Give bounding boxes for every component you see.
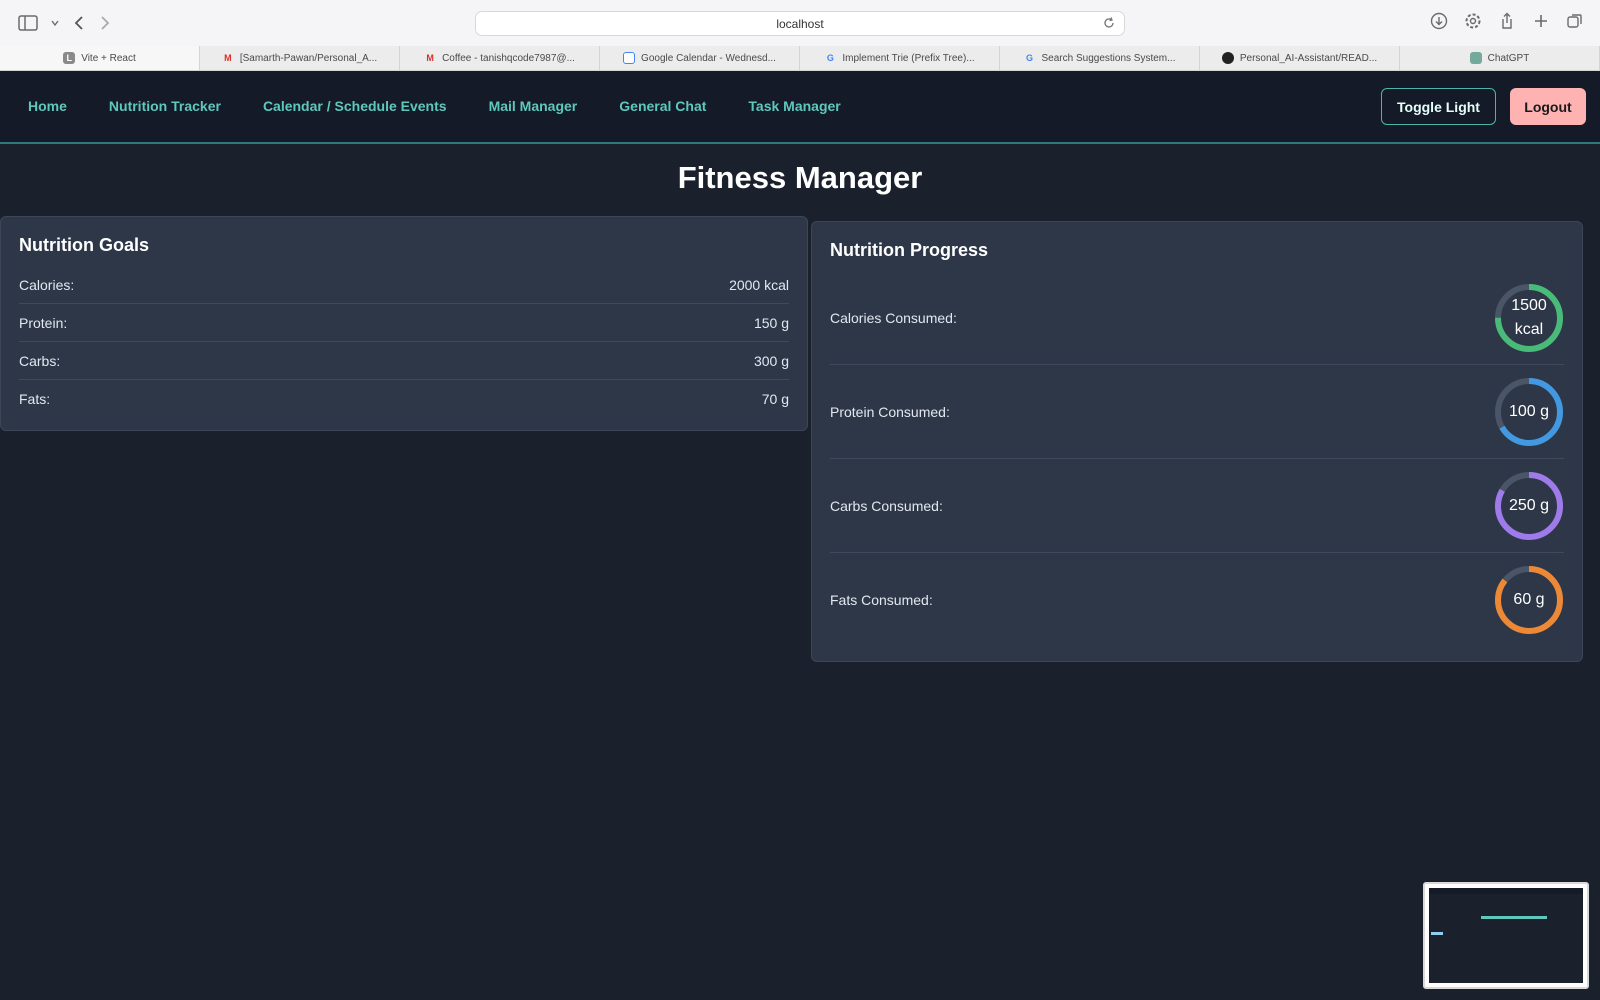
browser-tab[interactable]: L Vite + React — [0, 46, 200, 70]
tab-overview-icon[interactable] — [1566, 12, 1584, 35]
nutrition-goals-card: Nutrition Goals Calories: 2000 kcal Prot… — [0, 216, 808, 431]
progress-ring: 1500 kcal — [1494, 283, 1564, 353]
progress-ring: 100 g — [1494, 377, 1564, 447]
browser-toolbar: localhost — [0, 0, 1600, 46]
thumbnail-marker — [1431, 932, 1443, 935]
nav-link-general-chat[interactable]: General Chat — [619, 98, 706, 114]
nutrition-goals-title: Nutrition Goals — [19, 235, 149, 255]
browser-tab[interactable]: Personal_AI-Assistant/READ... — [1200, 46, 1400, 70]
nav-link-mail-manager[interactable]: Mail Manager — [489, 98, 578, 114]
browser-tab[interactable]: M Coffee - tanishqcode7987@... — [400, 46, 600, 70]
gmail-icon: M — [224, 53, 232, 63]
progress-label: Protein Consumed: — [830, 403, 950, 420]
logout-button[interactable]: Logout — [1510, 88, 1586, 125]
progress-value: 1500 kcal — [1511, 296, 1547, 338]
new-tab-icon[interactable] — [1532, 12, 1550, 35]
toolbar-left-controls — [18, 12, 112, 34]
google-icon: G — [826, 53, 834, 63]
goal-label: Fats: — [19, 391, 51, 407]
toolbar-right-controls — [1430, 12, 1584, 35]
thumbnail-highlight — [1481, 916, 1547, 919]
forward-icon[interactable] — [98, 12, 112, 34]
progress-label: Calories Consumed: — [830, 309, 957, 326]
url-bar[interactable]: localhost — [475, 11, 1125, 36]
goal-value: 2000 kcal — [729, 276, 789, 293]
chevron-down-icon[interactable] — [50, 12, 60, 34]
nav-link-nutrition-tracker[interactable]: Nutrition Tracker — [109, 98, 221, 114]
goal-value: 150 g — [753, 314, 789, 331]
goal-row-fats: Fats: 70 g — [19, 380, 789, 418]
progress-ring: 250 g — [1494, 471, 1564, 541]
gmail-icon: M — [426, 53, 434, 63]
progress-row-protein: Protein Consumed: 100 g — [830, 365, 1564, 459]
app-navbar: Home Nutrition Tracker Calendar / Schedu… — [0, 71, 1600, 144]
progress-value: 250 g — [1508, 496, 1550, 514]
url-text: localhost — [776, 16, 824, 31]
chatgpt-icon — [1469, 52, 1482, 64]
goal-value: 70 g — [761, 391, 789, 407]
goal-label: Protein: — [19, 314, 68, 331]
progress-row-calories: Calories Consumed: 1500 kcal — [830, 271, 1564, 365]
screenshot-thumbnail[interactable] — [1423, 882, 1589, 989]
goal-row-protein: Protein: 150 g — [19, 304, 789, 342]
nutrition-progress-title: Nutrition Progress — [830, 240, 989, 260]
goal-label: Carbs: — [19, 352, 61, 369]
goal-label: Calories: — [19, 276, 75, 293]
reload-icon[interactable] — [1102, 16, 1116, 33]
github-icon — [1221, 52, 1234, 64]
goal-value: 300 g — [753, 352, 789, 369]
calendar-icon — [623, 52, 636, 64]
progress-label: Fats Consumed: — [830, 592, 933, 608]
progress-label: Carbs Consumed: — [830, 497, 943, 514]
progress-row-fats: Fats Consumed: 60 g — [830, 553, 1564, 647]
browser-tab[interactable]: ChatGPT — [1400, 46, 1600, 70]
progress-value: 60 g — [1513, 591, 1545, 608]
nutrition-progress-card: Nutrition Progress Calories Consumed: 15… — [811, 221, 1583, 662]
thumbnail-content — [1429, 888, 1583, 983]
nav-links: Home Nutrition Tracker Calendar / Schedu… — [28, 98, 841, 114]
progress-value: 100 g — [1508, 402, 1550, 420]
page-title: Fitness Manager — [677, 160, 923, 195]
browser-tabbar: L Vite + React M [Samarth-Pawan/Personal… — [0, 46, 1600, 71]
progress-row-carbs: Carbs Consumed: 250 g — [830, 459, 1564, 553]
toggle-theme-button[interactable]: Toggle Light — [1381, 88, 1496, 125]
google-icon: G — [1026, 53, 1034, 63]
sidebar-toggle-icon[interactable] — [18, 12, 38, 34]
browser-tab[interactable]: G Search Suggestions System... — [1000, 46, 1200, 70]
back-icon[interactable] — [72, 12, 86, 34]
download-icon[interactable] — [1430, 12, 1448, 35]
nav-link-task-manager[interactable]: Task Manager — [748, 98, 840, 114]
progress-ring: 60 g — [1494, 565, 1564, 635]
browser-tab[interactable]: G Implement Trie (Prefix Tree)... — [800, 46, 1000, 70]
thumbnail-navbar — [1429, 888, 1583, 894]
vite-icon: L — [63, 52, 76, 64]
gear-icon[interactable] — [1464, 12, 1482, 35]
goal-row-calories: Calories: 2000 kcal — [19, 266, 789, 304]
browser-tab[interactable]: Google Calendar - Wednesd... — [600, 46, 800, 70]
browser-tab[interactable]: M [Samarth-Pawan/Personal_A... — [200, 46, 400, 70]
nav-link-home[interactable]: Home — [28, 98, 67, 114]
nav-link-calendar[interactable]: Calendar / Schedule Events — [263, 98, 447, 114]
share-icon[interactable] — [1498, 12, 1516, 35]
goal-row-carbs: Carbs: 300 g — [19, 342, 789, 380]
